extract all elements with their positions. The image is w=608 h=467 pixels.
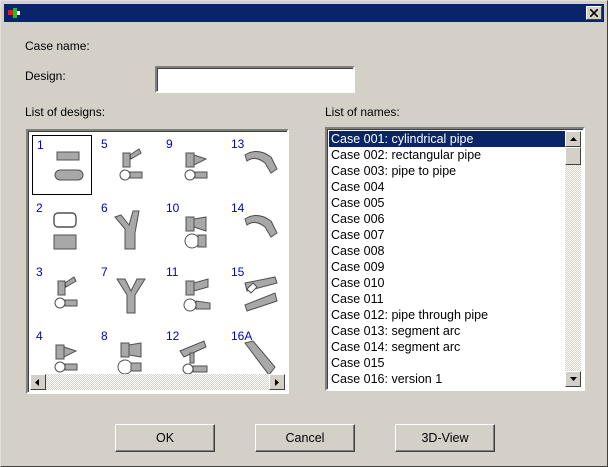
designs-hscrollbar[interactable] — [30, 374, 285, 390]
list-of-designs-label: List of designs: — [25, 105, 106, 119]
pipe-design-icon — [116, 278, 146, 314]
names-vscrollbar[interactable] — [565, 131, 581, 387]
design-cell[interactable]: 7 — [97, 263, 157, 323]
design-cell[interactable]: 3 — [32, 263, 92, 323]
pipe-design-icon — [119, 148, 143, 181]
arrow-down-icon — [570, 377, 577, 381]
pipe-design-icon — [244, 151, 278, 174]
name-list-item[interactable]: Case 001: cylindrical pipe — [329, 131, 567, 147]
design-number: 6 — [101, 201, 108, 215]
name-list-item[interactable]: Case 006 — [329, 211, 567, 227]
close-button[interactable] — [586, 6, 602, 20]
app-icon — [8, 8, 20, 18]
scroll-up-button[interactable] — [565, 131, 581, 147]
name-list-item[interactable]: Case 014: segment arc — [329, 339, 567, 355]
name-list-item[interactable]: Case 015 — [329, 355, 567, 371]
design-number: 4 — [36, 329, 43, 343]
scroll-track[interactable] — [565, 147, 581, 371]
name-list-item[interactable]: Case 011 — [329, 291, 567, 307]
design-number: 1 — [37, 138, 44, 152]
scroll-right-button[interactable] — [269, 374, 285, 390]
designs-grid: 1 5 9 13 2 6 10 14 3 7 11 15 4 8 12 16A — [26, 129, 289, 394]
name-list-item[interactable]: Case 012: pipe through pipe — [329, 307, 567, 323]
pipe-design-icon — [183, 278, 211, 312]
name-list-item[interactable]: Case 016: version 1 — [329, 371, 567, 387]
3d-view-button[interactable]: 3D-View — [395, 424, 495, 452]
cancel-button[interactable]: Cancel — [255, 424, 355, 452]
design-number: 2 — [36, 201, 43, 215]
close-icon — [590, 9, 598, 17]
pipe-design-icon — [53, 212, 77, 250]
design-cell[interactable]: 13 — [227, 135, 287, 195]
design-input-frame — [155, 66, 355, 93]
names-list: Case 001: cylindrical pipe Case 002: rect… — [329, 131, 567, 387]
title-bar — [4, 4, 604, 22]
pipe-design-icon — [184, 152, 208, 181]
name-list-item[interactable]: Case 004 — [329, 179, 567, 195]
design-input[interactable] — [160, 69, 354, 91]
name-list-item[interactable]: Case 009 — [329, 259, 567, 275]
design-cell[interactable]: 15 — [227, 263, 287, 323]
design-cell[interactable]: 6 — [97, 199, 157, 259]
design-number: 9 — [166, 137, 173, 151]
arrow-right-icon — [275, 379, 279, 386]
pipe-design-icon — [244, 215, 278, 238]
name-list-item[interactable]: Case 005 — [329, 195, 567, 211]
scroll-left-button[interactable] — [30, 374, 46, 390]
case-name-label: Case name: — [25, 39, 90, 53]
design-number: 5 — [101, 137, 108, 151]
pipe-design-icon — [54, 276, 78, 309]
name-list-item[interactable]: Case 002: rectangular pipe — [329, 147, 567, 163]
arrow-up-icon — [570, 137, 577, 141]
design-cell[interactable]: 9 — [162, 135, 222, 195]
design-cell[interactable]: 14 — [227, 199, 287, 259]
design-label: Design: — [25, 69, 66, 83]
scroll-thumb[interactable] — [565, 147, 581, 165]
name-list-item[interactable]: Case 003: pipe to pipe — [329, 163, 567, 179]
name-list-item[interactable]: Case 007 — [329, 227, 567, 243]
design-cell[interactable]: 5 — [97, 135, 157, 195]
pipe-design-icon — [54, 151, 84, 181]
scroll-track[interactable] — [46, 374, 269, 390]
design-cell[interactable]: 1 — [32, 135, 92, 195]
names-listbox[interactable]: Case 001: cylindrical pipe Case 002: rect… — [325, 127, 585, 391]
design-cell[interactable]: 10 — [162, 199, 222, 259]
design-number: 3 — [36, 265, 43, 279]
pipe-design-icon — [184, 216, 207, 249]
list-of-names-label: List of names: — [325, 105, 400, 119]
dialog-window: Case name: Design: List of designs: List… — [0, 0, 608, 467]
design-cell[interactable]: 11 — [162, 263, 222, 323]
pipe-design-icon — [244, 276, 278, 312]
design-number: 7 — [101, 265, 108, 279]
name-list-item[interactable]: Case 013: segment arc — [329, 323, 567, 339]
scroll-down-button[interactable] — [565, 371, 581, 387]
design-number: 8 — [101, 329, 108, 343]
name-list-item[interactable]: Case 010 — [329, 275, 567, 291]
name-list-item[interactable]: Case 008 — [329, 243, 567, 259]
design-cell[interactable]: 2 — [32, 199, 92, 259]
arrow-left-icon — [35, 379, 39, 386]
pipe-design-icon — [114, 210, 140, 250]
ok-button[interactable]: OK — [115, 424, 215, 452]
